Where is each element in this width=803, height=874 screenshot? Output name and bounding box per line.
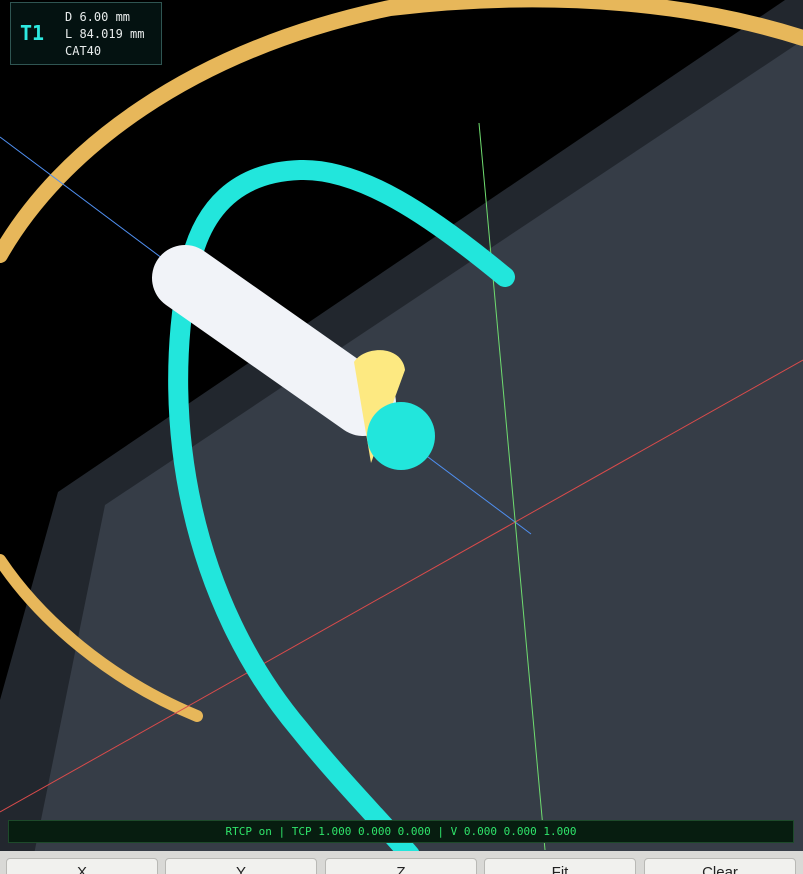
view-toolbar: X Y Z Fit Clear bbox=[0, 851, 803, 874]
tool-info-panel: T1 D 6.00 mm L 84.019 mm CAT40 bbox=[10, 2, 162, 65]
view-y-button[interactable]: Y bbox=[165, 858, 317, 874]
tool-center-point bbox=[367, 402, 435, 470]
view-x-button[interactable]: X bbox=[6, 858, 158, 874]
cam-simulator-app: T1 D 6.00 mm L 84.019 mm CAT40 RTCP on |… bbox=[0, 0, 803, 874]
clear-button[interactable]: Clear bbox=[644, 858, 796, 874]
tool-diameter-label: D 6.00 mm bbox=[65, 10, 131, 24]
status-bar: RTCP on | TCP 1.000 0.000 0.000 | V 0.00… bbox=[8, 820, 794, 843]
view-z-button[interactable]: Z bbox=[325, 858, 477, 874]
tool-id-label: T1 bbox=[20, 21, 45, 45]
tool-holder-label: CAT40 bbox=[65, 44, 102, 58]
3d-viewport[interactable] bbox=[0, 0, 803, 874]
fit-view-button[interactable]: Fit bbox=[484, 858, 636, 874]
tool-length-label: L 84.019 mm bbox=[65, 27, 145, 41]
